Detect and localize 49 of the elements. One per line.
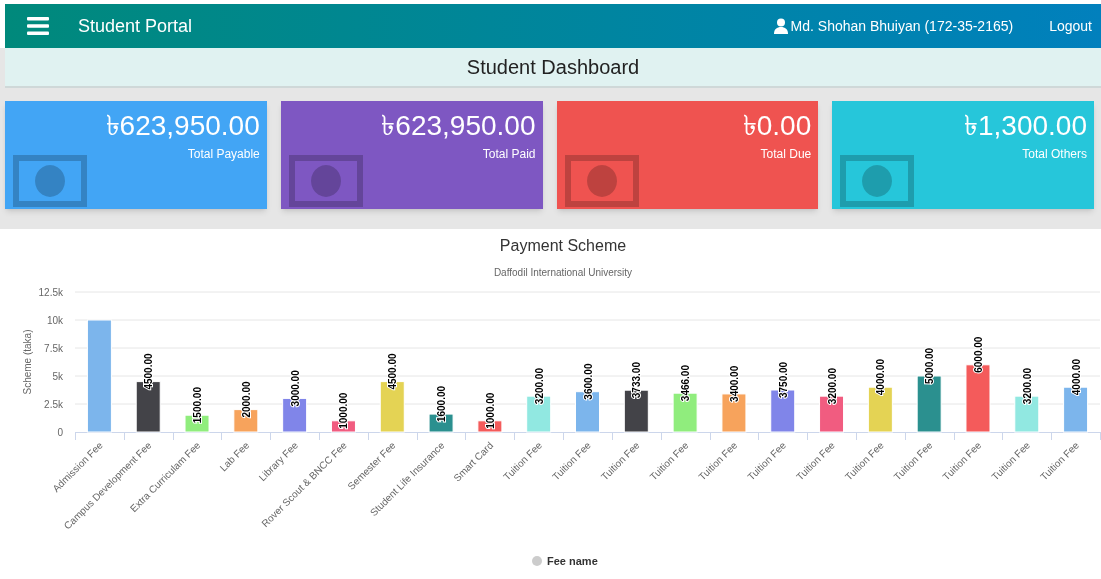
axis-tick-label: 10k <box>46 315 63 326</box>
value-label: 3466.00 <box>680 365 692 402</box>
value-label: 1000.00 <box>338 392 350 429</box>
axis-tick-label: 7.5k <box>44 343 63 354</box>
dashboard-title: Student Dashboard <box>466 55 640 80</box>
value-label: 3200.00 <box>533 368 545 405</box>
menu-icon[interactable] <box>27 17 49 35</box>
value-label: 1500.00 <box>192 387 203 424</box>
axis-tick-label: 0 <box>57 427 63 438</box>
card-label: Total Others <box>1022 146 1087 163</box>
value-label: 5000.00 <box>924 347 936 384</box>
value-label: 3400.00 <box>728 365 740 402</box>
category-label: Lab Fee <box>217 439 252 474</box>
axis-title: Scheme (taka) <box>22 329 33 395</box>
axis-tick-label: 12.5k <box>38 287 63 298</box>
value-label: 3000.00 <box>289 370 301 407</box>
value-label: 3750.00 <box>777 361 789 398</box>
user-icon <box>773 18 788 34</box>
value-label: 2000.00 <box>240 381 252 418</box>
value-label: 6000.00 <box>973 336 984 373</box>
value-label: 4000.00 <box>875 359 887 396</box>
portal-title[interactable]: Student Portal <box>78 12 193 40</box>
amount: ৳623,950.00 <box>381 109 536 143</box>
card-label: Total Due <box>760 146 812 163</box>
value-label: 3200.00 <box>826 368 838 405</box>
banknote-icon <box>840 155 915 207</box>
banknote-icon <box>13 155 87 207</box>
amount: ৳0.00 <box>742 109 812 143</box>
value-label: 4000.00 <box>1070 359 1082 396</box>
value-label: 4500.00 <box>387 353 399 390</box>
user-name[interactable]: Md. Shohan Bhuiyan (172-35-2165) <box>790 15 1014 37</box>
value-label: 4500.00 <box>143 353 155 390</box>
value-label: 3200.00 <box>1021 368 1033 405</box>
value-label: 1000.00 <box>484 392 496 429</box>
banknote-icon <box>288 155 363 207</box>
value-label: 3733.00 <box>631 362 643 399</box>
logout-link[interactable]: Logout <box>1049 15 1092 37</box>
banknote-icon <box>564 155 639 207</box>
amount: ৳623,950.00 <box>105 109 260 143</box>
axis-tick-label: 5k <box>52 371 63 382</box>
chart-title: Payment Scheme <box>499 237 627 254</box>
axis-tick-label: 2.5k <box>44 399 63 410</box>
legend-item[interactable]: Fee name <box>532 555 598 567</box>
card-label: Total Payable <box>187 146 260 163</box>
value-label: 3600.00 <box>582 363 594 400</box>
value-label: 1600.00 <box>436 385 448 423</box>
amount: ৳1,300.00 <box>964 109 1087 143</box>
chart-subtitle: Daffodil International University <box>493 267 633 278</box>
card-label: Total Paid <box>482 146 536 163</box>
